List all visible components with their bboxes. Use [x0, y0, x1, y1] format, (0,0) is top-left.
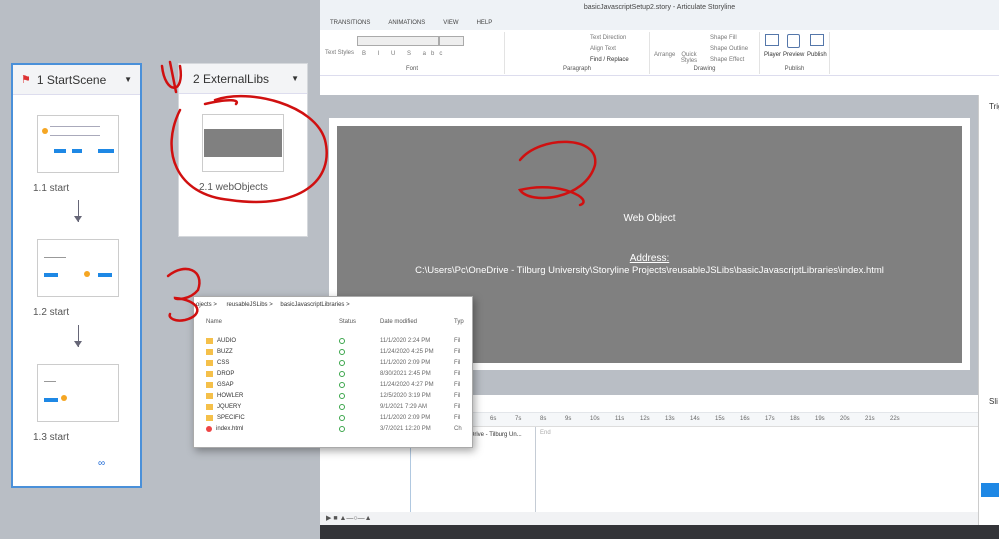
annotation-circle — [170, 95, 328, 204]
red-annotations — [160, 60, 597, 322]
annotation-1 — [160, 60, 183, 94]
annotation-3 — [166, 267, 201, 322]
annotation-2 — [517, 140, 597, 207]
